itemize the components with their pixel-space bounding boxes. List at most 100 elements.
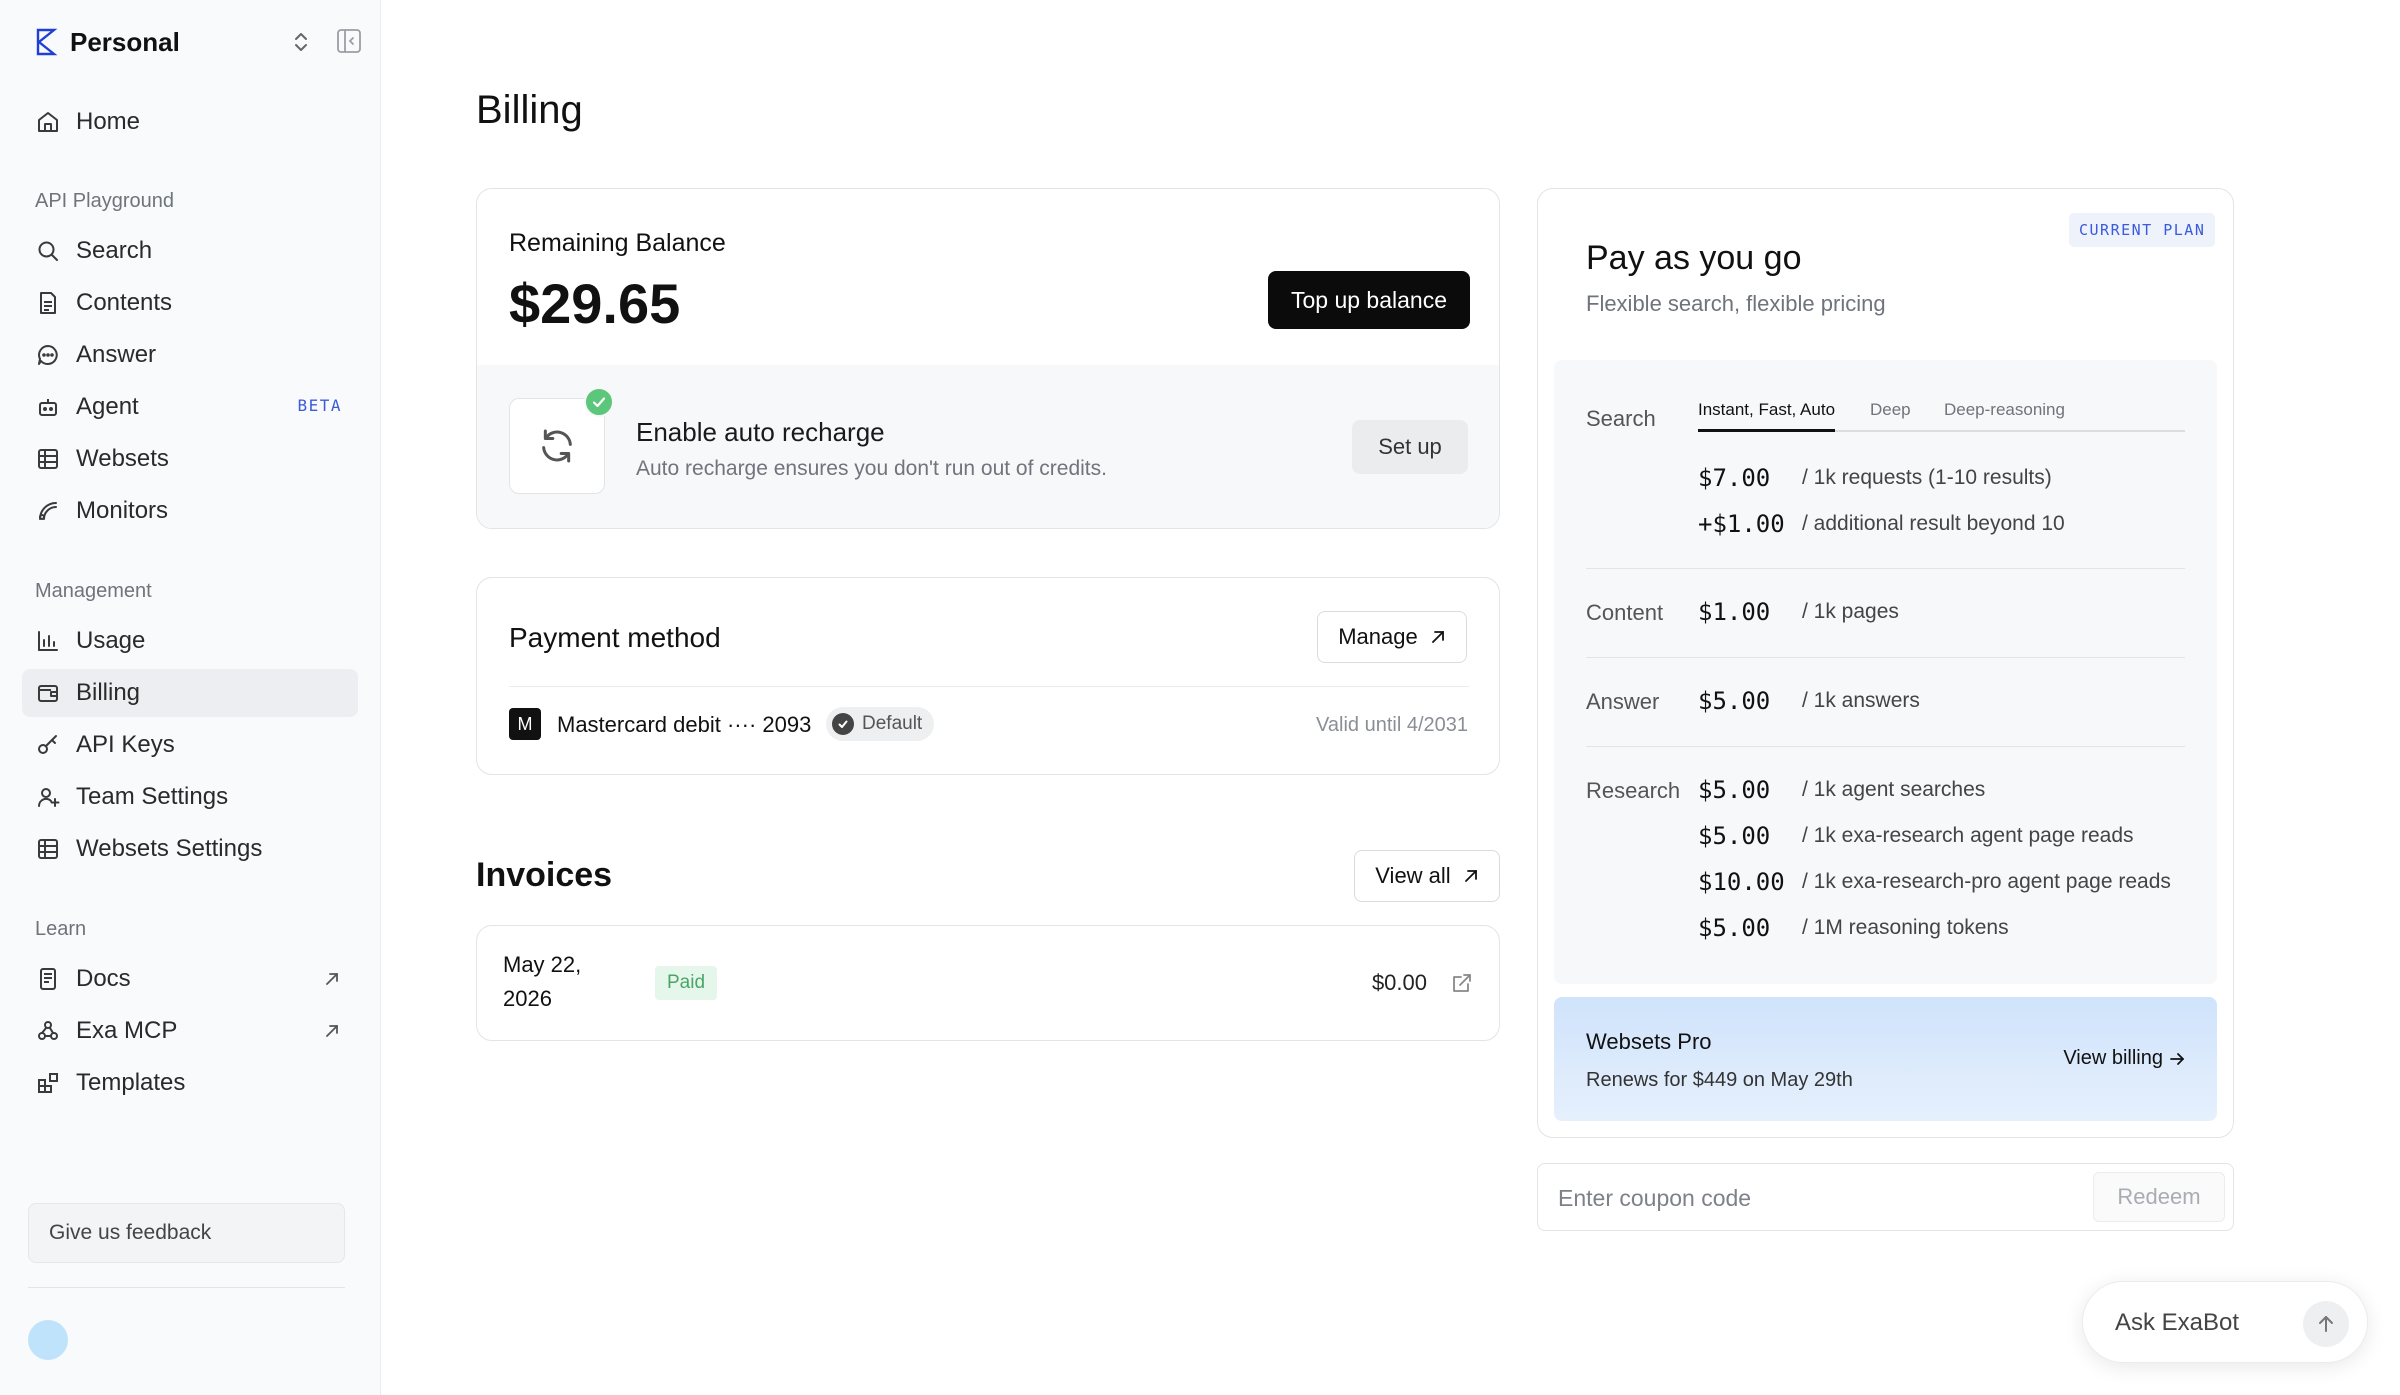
pricing-label-research: Research: [1586, 778, 1681, 803]
price-value: $5.00: [1698, 822, 1771, 850]
sidebar-item-monitors[interactable]: Monitors: [22, 487, 358, 535]
sidebar-item-usage[interactable]: Usage: [22, 617, 358, 665]
sidebar-item-label: Agent: [76, 393, 139, 420]
price-value: $10.00: [1698, 868, 1785, 896]
sidebar-item-label: Search: [76, 237, 153, 264]
collapse-sidebar-icon[interactable]: [336, 28, 362, 54]
sidebar-item-label: Contents: [76, 289, 173, 316]
manage-label: Manage: [1338, 624, 1418, 649]
view-billing-link[interactable]: View billing: [2063, 1047, 2185, 1070]
websets-pro-title: Websets Pro: [1586, 1029, 1712, 1054]
sidebar-item-label: Monitors: [76, 497, 169, 524]
pricing-label-search: Search: [1586, 406, 1656, 431]
price-value: $1.00: [1698, 598, 1771, 626]
sidebar-item-label: Websets Settings: [76, 835, 263, 862]
price-value: +$1.00: [1698, 510, 1785, 538]
table-grid-icon: [38, 839, 58, 859]
price-description: / 1k exa-research agent page reads: [1802, 824, 2134, 847]
search-icon: [38, 241, 58, 261]
pricing-label-answer: Answer: [1586, 689, 1660, 714]
redeem-button[interactable]: Redeem: [2093, 1172, 2225, 1222]
default-label: Default: [862, 713, 923, 734]
sidebar-item-label: Team Settings: [76, 783, 229, 810]
section-label-learn: Learn: [35, 918, 87, 940]
sidebar-item-label: Docs: [76, 965, 131, 992]
external-arrow-icon: [326, 973, 338, 985]
set-up-button[interactable]: Set up: [1352, 420, 1468, 474]
view-all-invoices-button[interactable]: View all: [1354, 850, 1500, 902]
balance-amount: $29.65: [509, 272, 681, 335]
section-label-api-playground: API Playground: [35, 190, 174, 212]
bar-chart-icon: [38, 631, 58, 651]
sidebar-item-team-settings[interactable]: Team Settings: [22, 773, 358, 821]
avatar[interactable]: [28, 1320, 68, 1360]
feedback-button[interactable]: Give us feedback: [28, 1203, 345, 1263]
tab-deep-reasoning[interactable]: Deep-reasoning: [1944, 400, 2065, 432]
tab-instant-fast-auto[interactable]: Instant, Fast, Auto: [1698, 400, 1836, 432]
workspace-name: Personal: [70, 26, 180, 57]
price-value: $5.00: [1698, 687, 1771, 715]
chevron-up-down-icon[interactable]: [290, 30, 312, 54]
pricing-table: Search Instant, Fast, Auto Deep Deep-rea…: [1554, 360, 2217, 984]
sidebar-item-websets[interactable]: Websets: [22, 435, 358, 483]
price-description: / additional result beyond 10: [1802, 512, 2065, 535]
invoices-title: Invoices: [476, 856, 613, 894]
auto-recharge-panel: Enable auto recharge Auto recharge ensur…: [477, 365, 1499, 528]
table-row[interactable]: May 22, 2026 Paid $0.00: [476, 925, 1500, 1041]
webhook-icon: [38, 1021, 58, 1040]
websets-pro-banner: Websets Pro Renews for $449 on May 29th …: [1554, 997, 2217, 1121]
sidebar-item-exa-mcp[interactable]: Exa MCP: [22, 1007, 358, 1055]
sidebar-item-label: Websets: [76, 445, 169, 472]
document-icon: [40, 968, 56, 990]
arrow-up-right-icon: [1431, 631, 1444, 643]
payment-method-card: Payment method Manage M Mastercard debit…: [476, 577, 1500, 775]
external-link-icon[interactable]: [1451, 972, 1473, 994]
sidebar-item-answer[interactable]: Answer: [22, 331, 358, 379]
sidebar-item-templates[interactable]: Templates: [22, 1059, 358, 1107]
sidebar-item-docs[interactable]: Docs: [22, 955, 358, 1003]
invoice-date: May 22, 2026: [503, 952, 582, 1011]
check-icon: [584, 387, 614, 417]
manage-button[interactable]: Manage: [1317, 611, 1467, 663]
auto-recharge-description: Auto recharge ensures you don't run out …: [636, 457, 1107, 480]
payment-method-title: Payment method: [509, 622, 721, 653]
sidebar-item-websets-settings[interactable]: Websets Settings: [22, 825, 358, 873]
sidebar-item-label: API Keys: [76, 731, 175, 758]
card-description: Mastercard debit ···· 2093: [557, 712, 812, 737]
send-arrow-up-icon[interactable]: [2303, 1301, 2349, 1347]
section-label-management: Management: [35, 580, 152, 602]
price-value: $7.00: [1698, 464, 1771, 492]
ask-exabot-label: Ask ExaBot: [2115, 1309, 2240, 1336]
home-icon: [38, 112, 58, 132]
price-description: / 1k exa-research-pro agent page reads: [1802, 870, 2171, 893]
exa-logo-icon: [36, 28, 58, 56]
plan-title: Pay as you go: [1586, 239, 1802, 277]
ask-exabot-widget[interactable]: Ask ExaBot: [2082, 1281, 2368, 1363]
sidebar-item-label: Home: [76, 108, 141, 135]
sidebar-item-agent[interactable]: Agent BETA: [22, 383, 358, 431]
divider: [1586, 657, 2185, 658]
tab-deep[interactable]: Deep: [1870, 400, 1911, 432]
card-brand-icon: M: [509, 708, 541, 740]
price-description: / 1k agent searches: [1802, 778, 1986, 801]
document-icon: [40, 292, 56, 314]
workspace-switcher[interactable]: Personal: [34, 24, 364, 60]
divider: [1586, 568, 2185, 569]
sidebar-item-label: Answer: [76, 341, 157, 368]
price-description: / 1k pages: [1802, 600, 1899, 623]
external-arrow-icon: [326, 1025, 338, 1037]
wallet-icon: [38, 685, 58, 702]
sidebar-item-api-keys[interactable]: API Keys: [22, 721, 358, 769]
coupon-code-input[interactable]: [1558, 1178, 2058, 1218]
sidebar-item-billing[interactable]: Billing: [22, 669, 358, 717]
sidebar-item-contents[interactable]: Contents: [22, 279, 358, 327]
view-all-label: View all: [1375, 863, 1451, 888]
sidebar-divider: [28, 1287, 345, 1288]
page-title: Billing: [476, 88, 583, 132]
sidebar-item-home[interactable]: Home: [22, 98, 358, 146]
default-badge: Default: [826, 707, 935, 741]
auto-recharge-title: Enable auto recharge: [636, 417, 885, 447]
plan-subtitle: Flexible search, flexible pricing: [1586, 291, 1886, 316]
top-up-button[interactable]: Top up balance: [1268, 271, 1470, 329]
sidebar-item-search[interactable]: Search: [22, 227, 358, 275]
